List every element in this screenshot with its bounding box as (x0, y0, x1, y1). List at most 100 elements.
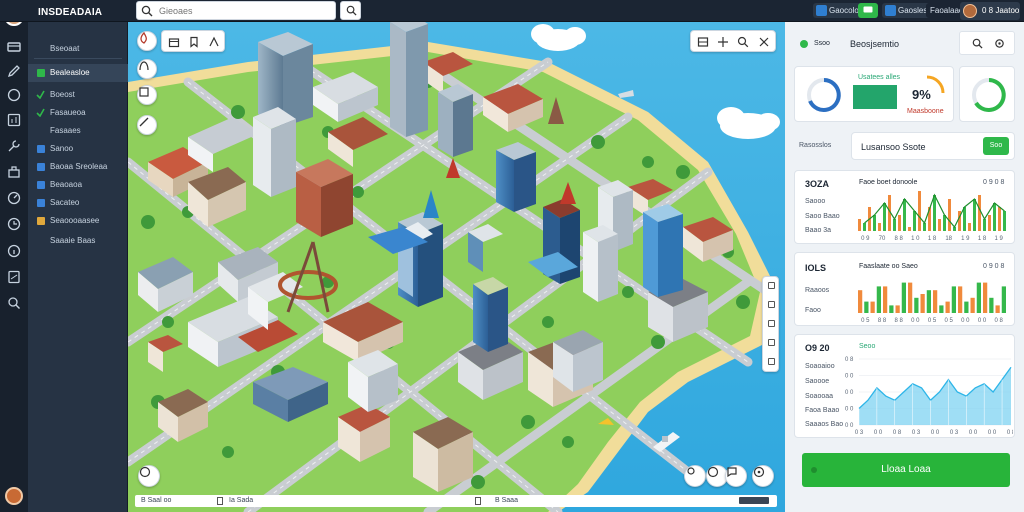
zoom-level-1-icon[interactable] (768, 282, 775, 289)
map-back-button[interactable] (137, 31, 157, 51)
nav-item-3[interactable]: Boeost (28, 86, 128, 104)
layers-icon[interactable] (7, 40, 21, 54)
speed-icon[interactable] (7, 191, 21, 205)
panel-header-label: Ssoo (814, 40, 830, 47)
x-tick-label: 8 8 (878, 318, 887, 323)
bookmark-icon[interactable] (188, 36, 200, 48)
zoom-level-2-icon[interactable] (768, 301, 775, 308)
x-tick-label: 0 8 (994, 318, 1003, 323)
info-icon[interactable] (7, 244, 21, 258)
edit-icon[interactable] (7, 64, 21, 78)
grid-icon[interactable] (697, 36, 709, 48)
user-chip[interactable]: 0 8 Jaatoo (960, 2, 1020, 20)
x-tick-label: 0 0 (988, 430, 997, 435)
right-panel: Ssoo Beosjsemtio Usatees alles 9% Maasbo… (785, 22, 1024, 512)
chart-bar (908, 227, 911, 231)
map-chat-button[interactable] (725, 465, 747, 487)
chart-bar (858, 219, 861, 231)
y-tick-label: 0 0 (845, 374, 854, 380)
x-tick-label: 0 0 (961, 318, 970, 323)
zoom-level-4-icon[interactable] (768, 339, 775, 346)
nav-item-5[interactable]: Fasaaes (28, 122, 128, 140)
panel-search-icon[interactable] (972, 38, 983, 49)
chart-bar (976, 282, 981, 313)
chat-icon[interactable] (7, 88, 21, 102)
nav-item-2[interactable]: Bealeasloe (28, 64, 128, 82)
zoom-icon[interactable] (737, 36, 749, 48)
map-compass-button[interactable] (138, 465, 160, 487)
route-icon[interactable] (208, 36, 220, 48)
tab-title-card[interactable]: Lusansoo Ssote Soo (851, 132, 1015, 160)
chart3-row-2: Saoooe (805, 378, 830, 385)
chart3-row-4: Faoa Baao (805, 407, 840, 414)
leaf-icon (800, 40, 808, 48)
chart-bar (983, 219, 986, 231)
search-button[interactable] (340, 1, 361, 20)
player-avatar[interactable] (5, 487, 23, 505)
status-slider[interactable] (739, 497, 769, 504)
stats-icon[interactable] (7, 113, 21, 127)
zoom-level-3-icon[interactable] (768, 320, 775, 327)
chart-bar (883, 286, 888, 313)
stats-card: Usatees alles 9% Maasboone (794, 66, 954, 122)
chart-bar (951, 286, 956, 313)
nav-item-11[interactable]: Saaaie Baas (28, 232, 128, 250)
chart-bar (939, 305, 944, 313)
stat-green-block (853, 85, 897, 109)
nav-item-8[interactable]: Beaoaoa (28, 176, 128, 194)
message-button[interactable] (858, 3, 878, 18)
x-tick-label: 1 0 (911, 236, 920, 241)
tab-left-label[interactable]: Rasosslos (799, 142, 831, 149)
fullscreen-icon[interactable] (758, 36, 770, 48)
chart-bar (873, 215, 876, 231)
zoom-level-5-icon[interactable] (768, 358, 775, 365)
chart1-row-2: Saoo Baao (805, 213, 840, 220)
x-tick-label: 18 (945, 236, 952, 241)
history-icon[interactable] (7, 217, 21, 231)
map-recenter-button[interactable] (752, 465, 774, 487)
panel-settings-icon[interactable] (994, 38, 1005, 49)
tab-badge[interactable]: Soo (983, 137, 1009, 155)
map-info-button[interactable] (137, 85, 157, 105)
building-icon[interactable] (168, 36, 180, 48)
nav-item-1[interactable]: Bseoaat (28, 40, 128, 58)
nav-item-9[interactable]: Sacateo (28, 194, 128, 212)
nav-item-4[interactable]: Fasaueoa (28, 104, 128, 122)
ruler-icon (139, 117, 149, 127)
chart-bar (988, 215, 991, 231)
search-input[interactable] (159, 4, 329, 18)
tab-title: Lusansoo Ssote (861, 142, 926, 152)
nav-item-label: Bseoaat (50, 44, 80, 53)
nav-item-7[interactable]: Baoaa Sreoleaa (28, 158, 128, 176)
map-measure-button[interactable] (137, 115, 157, 135)
build-icon[interactable] (7, 139, 21, 153)
map-pin-button[interactable] (684, 465, 706, 487)
report-icon[interactable] (7, 270, 21, 284)
top-chip-2[interactable]: Gaosles (882, 3, 932, 18)
map-zone-button[interactable] (137, 59, 157, 79)
map-top-right-tools (690, 30, 776, 52)
search-box[interactable] (136, 1, 336, 20)
chart-bar (1001, 286, 1006, 313)
chart-bar (933, 195, 936, 231)
chart-bar (1003, 211, 1006, 231)
move-icon[interactable] (717, 36, 729, 48)
city-map[interactable] (128, 22, 785, 512)
x-tick-label: 0 9 (861, 236, 870, 241)
nav-item-6[interactable]: Sanoo (28, 140, 128, 158)
primary-action-button[interactable]: Lloaa Loaa (802, 453, 1010, 487)
icon-rail (0, 0, 28, 512)
nav-item-10[interactable]: Seaoooaasee (28, 212, 128, 230)
search-rail-icon[interactable] (7, 296, 21, 310)
panel-header-title: Beosjsemtio (850, 39, 900, 49)
x-tick-label: 70 (879, 236, 886, 241)
x-tick-label: 0 5 (861, 318, 870, 323)
top-chip-1[interactable]: Gaocolol (813, 3, 865, 18)
chart2-value: IOLS (805, 263, 827, 273)
tools-icon[interactable] (7, 165, 21, 179)
chart3-row-5: Saaaos Bao (805, 421, 844, 428)
nav-item-label: Fasaueoa (50, 108, 86, 117)
chart1-title: Faoe boet donoole (859, 179, 918, 186)
chart-card-1: 3OZA Faoe boet donoole 0 9 0 8 Saooo Sao… (794, 170, 1015, 244)
chart2-corner: 0 9 0 8 (983, 263, 1005, 270)
